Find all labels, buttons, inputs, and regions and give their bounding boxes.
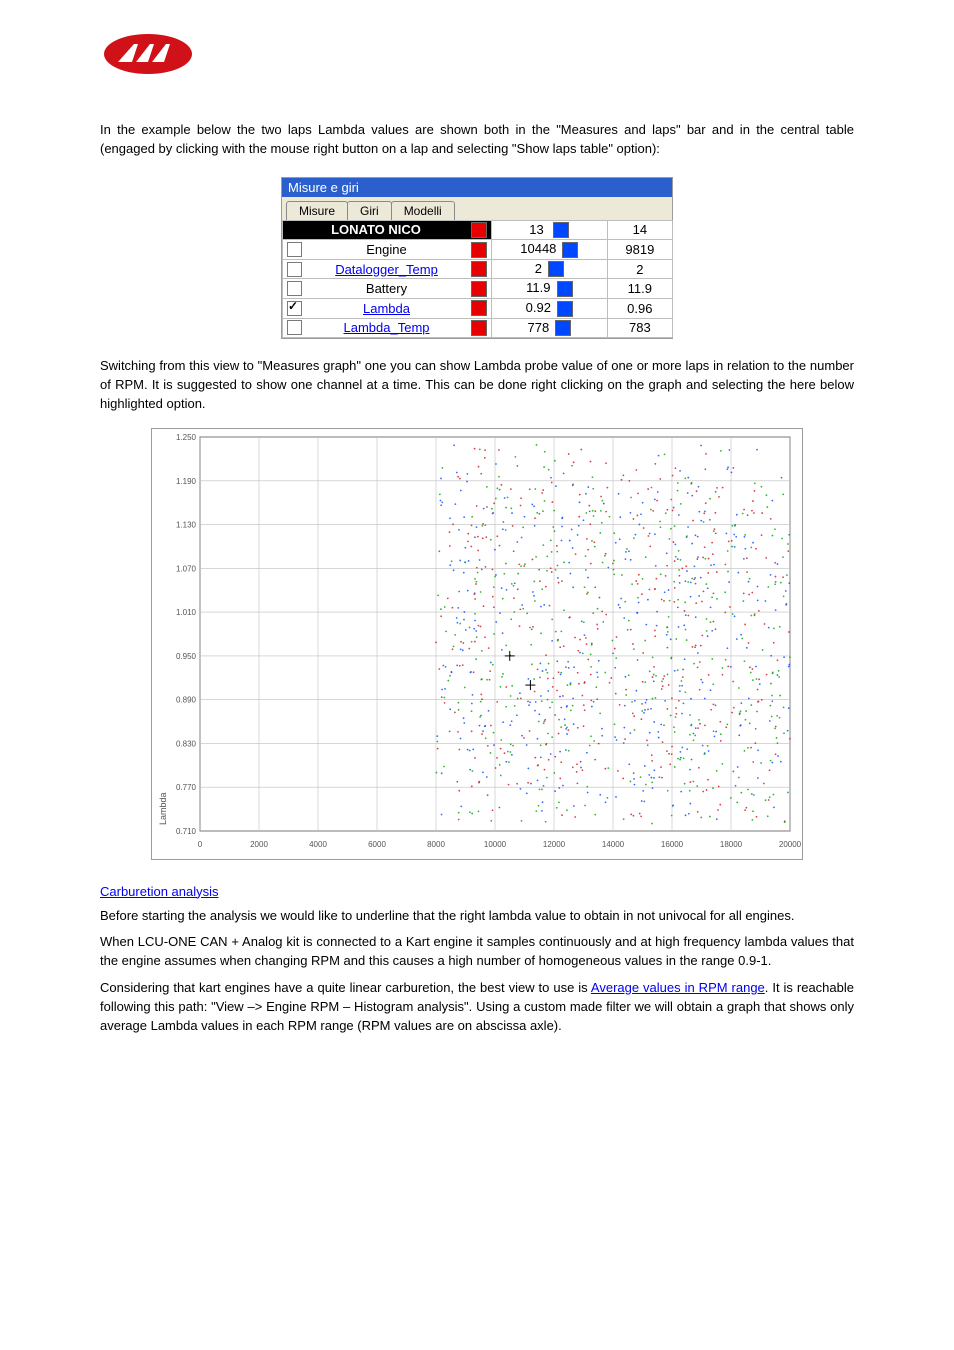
row-checkbox[interactable]: [287, 262, 302, 277]
row-checkbox[interactable]: [287, 301, 302, 316]
svg-text:16000: 16000: [661, 840, 684, 849]
tab-misure[interactable]: Misure: [286, 201, 348, 220]
row-name[interactable]: Lambda_Temp: [308, 320, 465, 335]
svg-text:10000: 10000: [484, 840, 507, 849]
row-label-cell: Engine: [283, 240, 492, 260]
row-value-2: 9819: [607, 240, 672, 260]
row-name[interactable]: Lambda: [308, 301, 465, 316]
row-swatch-blue: [557, 301, 573, 317]
row-label-cell: Datalogger_Temp: [283, 259, 492, 279]
svg-text:4000: 4000: [309, 840, 327, 849]
grid-header-col2: 14: [607, 220, 672, 240]
svg-text:0.830: 0.830: [176, 739, 197, 748]
svg-text:14000: 14000: [602, 840, 625, 849]
section-p2: When LCU-ONE CAN + Analog kit is connect…: [100, 933, 854, 971]
table-row: Lambda_Temp 778783: [283, 318, 673, 338]
row-swatch-blue: [557, 281, 573, 297]
row-label-cell: Battery: [283, 279, 492, 299]
row-swatch-red: [471, 261, 487, 277]
row-name: Engine: [308, 242, 465, 257]
row-checkbox[interactable]: [287, 281, 302, 296]
section-p3: Considering that kart engines have a qui…: [100, 979, 854, 1036]
table-row: Battery 11.911.9: [283, 279, 673, 299]
grid-header-col1: 13: [492, 220, 608, 240]
lambda-rpm-chart: 0 2000 4000 6000 8000 10000 12000 14000 16000 180…: [151, 428, 803, 860]
row-value-1: 2: [492, 259, 608, 279]
intro-paragraph-2: Switching from this view to "Measures gr…: [100, 357, 854, 414]
row-value-1: 0.92: [492, 298, 608, 318]
tab-modelli[interactable]: Modelli: [391, 201, 455, 220]
measures-panel: Misure e giri Misure Giri Modelli LONATO…: [281, 177, 673, 339]
row-value-1: 778: [492, 318, 608, 338]
svg-text:2000: 2000: [250, 840, 268, 849]
tab-giri[interactable]: Giri: [347, 201, 392, 220]
svg-text:0.710: 0.710: [176, 827, 197, 836]
table-row: Datalogger_Temp 22: [283, 259, 673, 279]
row-label-cell: Lambda: [283, 298, 492, 318]
section-heading: Carburetion analysis: [100, 884, 854, 899]
svg-text:0: 0: [198, 840, 203, 849]
svg-text:Lambda: Lambda: [158, 792, 168, 825]
svg-text:18000: 18000: [720, 840, 743, 849]
svg-text:1.010: 1.010: [176, 608, 197, 617]
swatch-header-blue: [553, 222, 569, 238]
swatch-header-red: [471, 222, 487, 238]
row-name[interactable]: Datalogger_Temp: [308, 262, 465, 277]
row-value-1: 11.9: [492, 279, 608, 299]
panel-titlebar: Misure e giri: [282, 178, 672, 197]
row-swatch-red: [471, 242, 487, 258]
svg-text:1.070: 1.070: [176, 564, 197, 573]
panel-tabs: Misure Giri Modelli: [282, 197, 672, 220]
logo: [100, 30, 854, 81]
row-checkbox[interactable]: [287, 320, 302, 335]
row-label-cell: Lambda_Temp: [283, 318, 492, 338]
svg-text:12000: 12000: [543, 840, 566, 849]
row-swatch-blue: [562, 242, 578, 258]
row-swatch-red: [471, 320, 487, 336]
svg-text:1.130: 1.130: [176, 520, 197, 529]
table-row: Engine 104489819: [283, 240, 673, 260]
row-value-2: 0.96: [607, 298, 672, 318]
intro-paragraph-1: In the example below the two laps Lambda…: [100, 121, 854, 159]
row-name: Battery: [308, 281, 465, 296]
row-checkbox[interactable]: [287, 242, 302, 257]
row-value-2: 2: [607, 259, 672, 279]
row-swatch-blue: [548, 261, 564, 277]
row-swatch-red: [471, 300, 487, 316]
svg-text:8000: 8000: [427, 840, 445, 849]
measures-grid: LONATO NICO 13 14 Engine104489819Datalog…: [282, 220, 673, 338]
svg-text:20000: 20000: [779, 840, 802, 849]
svg-text:1.250: 1.250: [176, 433, 197, 442]
row-swatch-red: [471, 281, 487, 297]
row-value-1: 10448: [492, 240, 608, 260]
grid-header-label: LONATO NICO: [283, 220, 492, 240]
row-swatch-blue: [555, 320, 571, 336]
svg-text:0.890: 0.890: [176, 695, 197, 704]
row-value-2: 783: [607, 318, 672, 338]
section-p1: Before starting the analysis we would li…: [100, 907, 854, 926]
svg-text:6000: 6000: [368, 840, 386, 849]
svg-text:0.770: 0.770: [176, 783, 197, 792]
svg-text:1.190: 1.190: [176, 476, 197, 485]
row-value-2: 11.9: [607, 279, 672, 299]
svg-text:0.950: 0.950: [176, 651, 197, 660]
table-row: Lambda 0.920.96: [283, 298, 673, 318]
